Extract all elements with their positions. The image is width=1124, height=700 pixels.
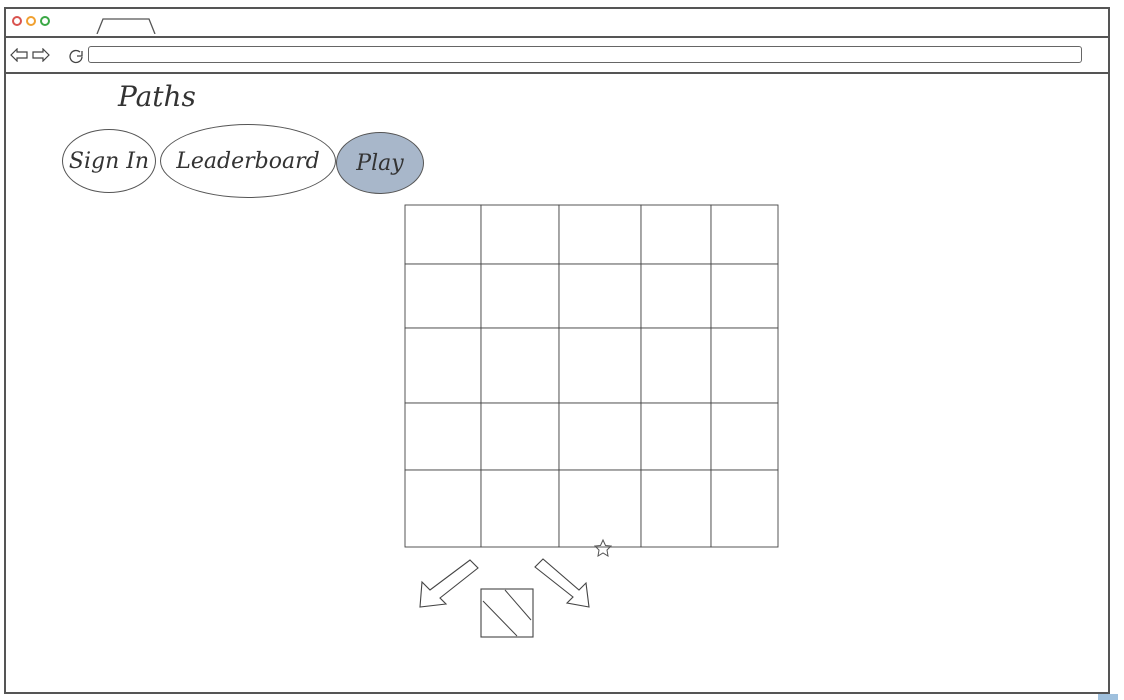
board-cell-r0-c2[interactable] [558, 204, 642, 265]
board-cell-r3-c1[interactable] [480, 402, 560, 471]
back-arrow-icon[interactable] [10, 48, 28, 62]
board-cell-r1-c3[interactable] [640, 263, 712, 329]
url-input[interactable] [88, 46, 1082, 63]
board-cell-r2-c1[interactable] [480, 327, 560, 404]
leaderboard-button[interactable]: Leaderboard [160, 124, 336, 198]
browser-titlebar [6, 9, 1108, 38]
board-cell-r4-c0[interactable] [404, 469, 482, 548]
page-title: Paths [118, 80, 196, 113]
browser-navbar [6, 38, 1108, 74]
board-cell-r0-c3[interactable] [640, 204, 712, 265]
play-button[interactable]: Play [336, 132, 424, 194]
tile-icon[interactable] [480, 588, 534, 638]
maximize-window-icon[interactable] [40, 16, 50, 26]
board-cell-r2-c3[interactable] [640, 327, 712, 404]
board-cell-r1-c2[interactable] [558, 263, 642, 329]
board-cell-r3-c2[interactable] [558, 402, 642, 471]
board-cell-r1-c1[interactable] [480, 263, 560, 329]
board-cell-r4-c3[interactable] [640, 469, 712, 548]
browser-tab[interactable] [96, 18, 156, 34]
game-board [404, 204, 780, 554]
board-cell-r0-c1[interactable] [480, 204, 560, 265]
board-cell-r1-c0[interactable] [404, 263, 482, 329]
board-cell-r2-c4[interactable] [710, 327, 779, 404]
board-cell-r2-c0[interactable] [404, 327, 482, 404]
minimize-window-icon[interactable] [26, 16, 36, 26]
reload-icon[interactable] [68, 48, 84, 64]
scrollbar-handle[interactable] [1098, 694, 1118, 700]
board-cell-r4-c4[interactable] [710, 469, 779, 548]
board-cell-r3-c0[interactable] [404, 402, 482, 471]
sign-in-button[interactable]: Sign In [62, 129, 156, 193]
forward-arrow-icon[interactable] [32, 48, 50, 62]
board-cell-r3-c3[interactable] [640, 402, 712, 471]
board-cell-r0-c4[interactable] [710, 204, 779, 265]
close-window-icon[interactable] [12, 16, 22, 26]
board-cell-r4-c1[interactable] [480, 469, 560, 548]
board-cell-r3-c4[interactable] [710, 402, 779, 471]
board-cell-r4-c2[interactable] [558, 469, 642, 548]
board-cell-r1-c4[interactable] [710, 263, 779, 329]
board-cell-r2-c2[interactable] [558, 327, 642, 404]
board-grid [404, 204, 779, 548]
board-cell-r0-c0[interactable] [404, 204, 482, 265]
